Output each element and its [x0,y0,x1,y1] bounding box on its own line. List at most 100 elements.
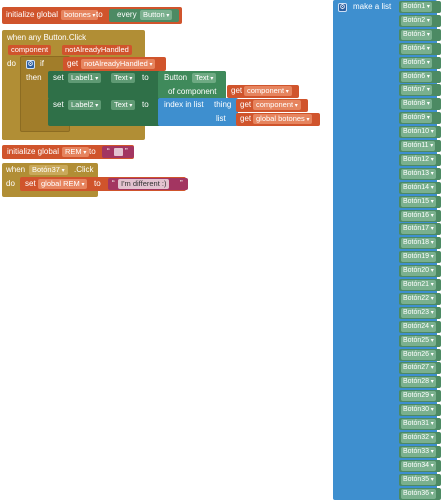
component-dropdown[interactable]: Label1 [68,73,102,83]
list-item-dropdown[interactable]: Botón35 [401,474,436,485]
list-item-block[interactable]: Botón6 [399,70,441,83]
list-item-dropdown[interactable]: Botón26 [401,349,436,360]
list-item-dropdown[interactable]: Botón33 [401,446,436,457]
gear-icon[interactable]: ⚙ [338,3,347,12]
list-item-block[interactable]: Botón2 [399,14,441,27]
list-item-block[interactable]: Botón18 [399,237,441,250]
set-global-rem-block[interactable]: set global REM to “ I'm different :) ” [20,177,188,191]
list-item-block[interactable]: Botón21 [399,279,441,291]
list-item-block[interactable]: Botón10 [399,126,441,139]
get-variable-dropdown[interactable]: component [244,86,292,96]
list-item-block[interactable]: Botón29 [399,390,441,403]
list-item-dropdown[interactable]: Botón16 [401,210,436,221]
get-not-already-handled[interactable]: get notAlreadyHandled [63,57,166,71]
get-component-1[interactable]: get component [227,85,299,98]
gear-icon[interactable]: ⚙ [26,60,35,69]
list-item-dropdown[interactable]: Botón14 [401,182,436,193]
list-item-block[interactable]: Botón16 [399,209,441,222]
param-not-already-handled[interactable]: notAlreadyHandled [62,45,132,55]
list-item-block[interactable]: Botón5 [399,56,441,69]
list-item-dropdown[interactable]: Botón3 [401,29,432,40]
list-item-dropdown[interactable]: Botón20 [401,266,436,277]
list-item-dropdown[interactable]: Botón32 [401,432,436,443]
list-item-block[interactable]: Botón23 [399,306,441,319]
list-item-dropdown[interactable]: Botón1 [401,2,432,12]
list-item-dropdown[interactable]: Botón13 [401,168,436,179]
list-item-dropdown[interactable]: Botón5 [401,57,432,68]
list-item-dropdown[interactable]: Botón29 [401,391,436,402]
text-string-field[interactable]: I'm different :) [118,179,170,189]
list-item-block[interactable]: Botón33 [399,445,441,458]
list-item-block[interactable]: Botón11 [399,140,441,152]
list-item-dropdown[interactable]: Botón21 [401,280,436,290]
set-label2-text-block[interactable]: set Label2 Text to [48,98,164,126]
list-item-block[interactable]: Botón24 [399,320,441,333]
list-item-block[interactable]: Botón28 [399,376,441,389]
button-text-getter[interactable]: Button Text of component [158,71,226,99]
list-item-block[interactable]: Botón26 [399,348,441,361]
component-dropdown[interactable]: Label2 [68,100,102,110]
list-item-block[interactable]: Botón8 [399,98,441,111]
list-item-dropdown[interactable]: Botón23 [401,307,436,318]
list-item-block[interactable]: Botón3 [399,28,441,41]
list-item-dropdown[interactable]: Botón12 [401,154,436,165]
list-item-block[interactable]: Botón13 [399,167,441,180]
list-item-dropdown[interactable]: Botón11 [401,141,436,151]
list-item-dropdown[interactable]: Botón18 [401,238,436,249]
list-item-block[interactable]: Botón30 [399,404,441,417]
component-type-dropdown[interactable]: Button [140,10,173,20]
property-dropdown[interactable]: Text [111,73,136,83]
list-item-block[interactable]: Botón27 [399,362,441,375]
list-item-block[interactable]: Botón1 [399,1,441,13]
get-variable-dropdown[interactable]: global botones [253,114,313,124]
get-variable-dropdown[interactable]: notAlreadyHandled [81,59,156,69]
list-item-block[interactable]: Botón22 [399,292,441,305]
property-dropdown[interactable]: Text [111,100,136,110]
list-item-dropdown[interactable]: Botón4 [401,43,432,54]
list-item-dropdown[interactable]: Botón34 [401,460,436,471]
list-item-dropdown[interactable]: Botón6 [401,71,432,82]
list-item-dropdown[interactable]: Botón36 [401,488,436,499]
list-item-block[interactable]: Botón4 [399,42,441,55]
list-item-dropdown[interactable]: Botón8 [401,99,432,110]
variable-name[interactable]: botones [61,10,99,20]
getter-property-dropdown[interactable]: Text [192,73,217,83]
get-variable-dropdown[interactable]: component [253,100,301,110]
list-item-dropdown[interactable]: Botón22 [401,293,436,304]
empty-text-field[interactable] [114,148,123,156]
index-in-list-block[interactable]: index in list thing list [158,98,238,126]
list-item-block[interactable]: Botón12 [399,153,441,166]
list-item-block[interactable]: Botón35 [399,473,441,486]
list-item-dropdown[interactable]: Botón30 [401,405,436,416]
get-global-botones[interactable]: get global botones [236,113,320,126]
list-item-block[interactable]: Botón7 [399,84,441,97]
every-button-block[interactable]: every Button [109,9,179,22]
component-dropdown[interactable]: Botón37 [29,165,68,175]
list-item-dropdown[interactable]: Botón10 [401,127,436,138]
variable-name[interactable]: REM [62,147,90,157]
list-item-dropdown[interactable]: Botón19 [401,252,436,263]
list-item-block[interactable]: Botón25 [399,334,441,347]
list-item-dropdown[interactable]: Botón31 [401,419,436,429]
list-item-block[interactable]: Botón20 [399,265,441,278]
text-string-block[interactable]: “ I'm different :) ” [108,178,188,190]
list-item-dropdown[interactable]: Botón15 [401,196,436,207]
get-component-2[interactable]: get component [236,99,308,112]
list-item-block[interactable]: Botón32 [399,431,441,444]
list-item-dropdown[interactable]: Botón7 [401,85,432,96]
list-item-dropdown[interactable]: Botón25 [401,335,436,346]
list-item-block[interactable]: Botón17 [399,223,441,236]
list-item-block[interactable]: Botón14 [399,181,441,194]
list-item-dropdown[interactable]: Botón2 [401,15,432,26]
list-item-block[interactable]: Botón19 [399,251,441,264]
list-item-block[interactable]: Botón15 [399,195,441,208]
list-item-block[interactable]: Botón9 [399,112,441,125]
empty-text-block[interactable]: “ ” [102,146,134,158]
list-item-block[interactable]: Botón31 [399,418,441,430]
list-item-dropdown[interactable]: Botón27 [401,363,436,374]
list-item-block[interactable]: Botón34 [399,459,441,472]
init-botones-block[interactable]: initialize global botones to every Butto… [2,7,182,24]
list-item-dropdown[interactable]: Botón9 [401,113,432,124]
variable-dropdown[interactable]: global REM [38,179,88,189]
list-item-dropdown[interactable]: Botón24 [401,321,436,332]
